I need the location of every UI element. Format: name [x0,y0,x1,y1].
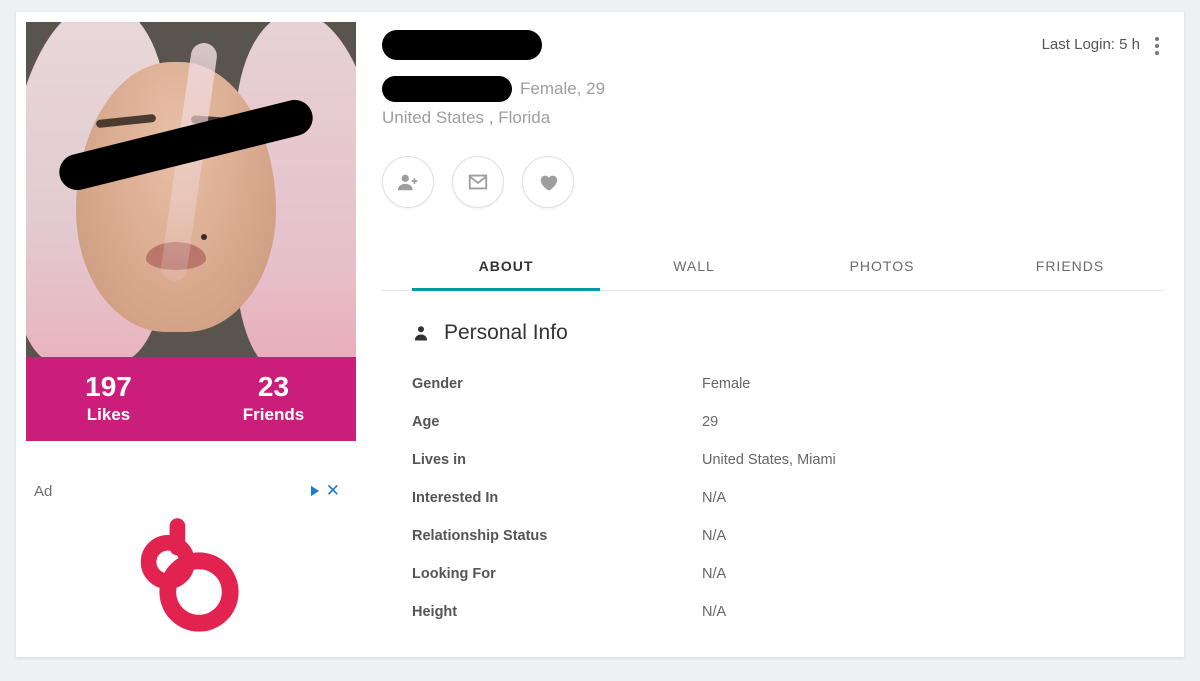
info-val: N/A [702,490,726,506]
ad-close-icon[interactable]: ✕ [326,481,340,501]
tab-about[interactable]: ABOUT [412,244,600,291]
right-column: Female, 29 United States , Florida Last … [348,12,1184,657]
info-row: Gender Female [412,365,1164,403]
adchoices-icon [308,484,322,498]
like-button[interactable] [522,156,574,208]
info-row: Age 29 [412,403,1164,441]
info-key: Relationship Status [412,528,702,544]
info-val: N/A [702,528,726,544]
ad-label: Ad [34,483,52,500]
person-add-icon [397,171,419,193]
location-text: United States , Florida [382,108,605,128]
add-friend-button[interactable] [382,156,434,208]
person-icon [412,324,430,342]
ad-block: Ad ✕ [26,481,348,639]
info-val: United States, Miami [702,452,836,468]
profile-card: 197 Likes 23 Friends Ad ✕ [16,12,1184,657]
tab-wall[interactable]: WALL [600,244,788,290]
mail-icon [467,171,489,193]
friends-stat[interactable]: 23 Friends [191,357,356,441]
info-row: Interested In N/A [412,479,1164,517]
info-val: 29 [702,414,718,430]
more-vertical-icon [1154,36,1160,56]
info-key: Interested In [412,490,702,506]
left-column: 197 Likes 23 Friends Ad ✕ [16,12,348,657]
censor-bar-subname [382,76,512,102]
friends-count: 23 [191,371,356,403]
personal-info-section: Personal Info Gender Female Age 29 Lives… [382,291,1164,631]
info-row: Looking For N/A [412,555,1164,593]
section-title: Personal Info [444,321,568,345]
tab-photos[interactable]: PHOTOS [788,244,976,290]
friends-label: Friends [191,405,356,425]
info-val: N/A [702,604,726,620]
message-button[interactable] [452,156,504,208]
likes-label: Likes [26,405,191,425]
likes-count: 197 [26,371,191,403]
info-val: Female [702,376,750,392]
ad-image[interactable] [122,509,252,639]
gender-age-text: Female, 29 [520,79,605,99]
tab-friends[interactable]: FRIENDS [976,244,1164,290]
info-key: Age [412,414,702,430]
tabs: ABOUT WALL PHOTOS FRIENDS [382,244,1164,291]
info-row: Height N/A [412,593,1164,631]
heart-icon [537,171,559,193]
censor-bar-name [382,30,542,60]
likes-stat[interactable]: 197 Likes [26,357,191,441]
ad-choices[interactable]: ✕ [308,481,340,501]
stats-bar: 197 Likes 23 Friends [26,357,356,441]
info-key: Height [412,604,702,620]
profile-photo[interactable] [26,22,356,357]
info-key: Looking For [412,566,702,582]
info-row: Lives in United States, Miami [412,441,1164,479]
info-key: Gender [412,376,702,392]
last-login-text: Last Login: 5 h [1042,36,1140,53]
action-row [382,156,1164,208]
name-block: Female, 29 United States , Florida [382,30,605,128]
info-key: Lives in [412,452,702,468]
ad-logo-icon [127,514,247,634]
info-row: Relationship Status N/A [412,517,1164,555]
info-val: N/A [702,566,726,582]
more-options-button[interactable] [1150,36,1164,60]
